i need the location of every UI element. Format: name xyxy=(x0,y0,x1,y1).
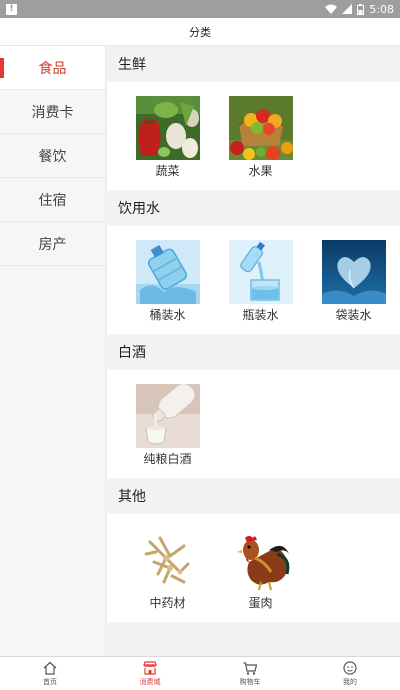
user-face-icon xyxy=(343,661,357,675)
tab-home[interactable]: 首页 xyxy=(0,657,100,690)
page-title-bar: 分类 xyxy=(0,18,400,46)
tab-label: 消费城 xyxy=(139,678,161,686)
section-title-fresh: 生鲜 xyxy=(118,57,146,73)
category-sidebar: 食品 消费卡 餐饮 住宿 房产 xyxy=(0,46,106,656)
sidebar-item-label: 餐饮 xyxy=(38,148,67,165)
shop-icon xyxy=(143,661,157,675)
vegetables-image xyxy=(135,96,200,160)
sidebar-item-consumer-card[interactable]: 消费卡 xyxy=(0,90,105,134)
warning-icon: ! xyxy=(6,3,17,15)
sidebar-item-label: 消费卡 xyxy=(31,104,74,121)
category-item-label: 桶装水 xyxy=(149,308,186,322)
signal-icon xyxy=(342,4,353,14)
sidebar-item-label: 食品 xyxy=(38,60,67,77)
tab-mine[interactable]: 我的 xyxy=(300,657,400,690)
home-icon xyxy=(43,661,57,675)
cart-icon xyxy=(243,662,258,675)
liquor-pour-image xyxy=(135,384,200,448)
herbal-roots-image xyxy=(135,528,200,592)
section-title-liquor: 白酒 xyxy=(118,345,146,361)
tab-label: 购物车 xyxy=(239,678,261,686)
category-item-label: 中药材 xyxy=(149,596,186,610)
category-item-barreled-water[interactable]: 桶装水 xyxy=(121,240,214,324)
water-heart-image xyxy=(321,240,386,304)
battery-icon xyxy=(357,3,365,15)
category-item-label: 蛋肉 xyxy=(248,596,273,610)
fruit-basket-image xyxy=(228,96,293,160)
wifi-icon xyxy=(325,4,338,14)
status-bar: ! 5:08 xyxy=(0,0,400,18)
section-grid-liquor: 纯粮白酒 xyxy=(107,370,400,478)
category-item-eggs-meat[interactable]: 蛋肉 xyxy=(214,528,307,612)
bottom-tab-bar: 首页 消费城 购物车 我的 xyxy=(0,656,400,690)
category-content: 生鲜 蔬菜 水果 饮用水 桶装水 瓶装水 袋装水 白酒 纯粮白酒 其他 中药材 … xyxy=(107,46,400,656)
sidebar-item-real-estate[interactable]: 房产 xyxy=(0,222,105,266)
section-grid-drinking-water: 桶装水 瓶装水 袋装水 xyxy=(107,226,400,334)
category-item-grain-liquor[interactable]: 纯粮白酒 xyxy=(121,384,214,468)
section-title-drinking-water: 饮用水 xyxy=(118,201,160,217)
tab-cart[interactable]: 购物车 xyxy=(200,657,300,690)
bottled-water-image xyxy=(228,240,293,304)
tab-consumer-city[interactable]: 消费城 xyxy=(100,657,200,690)
sidebar-item-food[interactable]: 食品 xyxy=(0,46,105,90)
category-item-bagged-water[interactable]: 袋装水 xyxy=(307,240,400,324)
category-item-label: 瓶装水 xyxy=(242,308,279,322)
section-grid-fresh: 蔬菜 水果 xyxy=(107,82,400,190)
category-item-fruit[interactable]: 水果 xyxy=(214,96,307,180)
sidebar-item-label: 房产 xyxy=(38,236,67,253)
page-title: 分类 xyxy=(189,25,211,39)
section-title-other: 其他 xyxy=(118,489,146,505)
category-item-label: 袋装水 xyxy=(335,308,372,322)
category-item-vegetables[interactable]: 蔬菜 xyxy=(121,96,214,180)
category-item-label: 纯粮白酒 xyxy=(143,452,192,466)
category-item-label: 水果 xyxy=(248,164,273,178)
sidebar-item-lodging[interactable]: 住宿 xyxy=(0,178,105,222)
category-item-herbal-medicine[interactable]: 中药材 xyxy=(121,528,214,612)
category-item-bottled-water[interactable]: 瓶装水 xyxy=(214,240,307,324)
sidebar-item-label: 住宿 xyxy=(38,192,67,209)
water-bottle-image xyxy=(135,240,200,304)
status-time: 5:08 xyxy=(369,2,394,16)
section-grid-other: 中药材 蛋肉 xyxy=(107,514,400,622)
tab-label: 我的 xyxy=(343,678,357,686)
sidebar-item-dining[interactable]: 餐饮 xyxy=(0,134,105,178)
tab-label: 首页 xyxy=(43,678,57,686)
rooster-image xyxy=(228,528,293,592)
category-item-label: 蔬菜 xyxy=(155,164,180,178)
